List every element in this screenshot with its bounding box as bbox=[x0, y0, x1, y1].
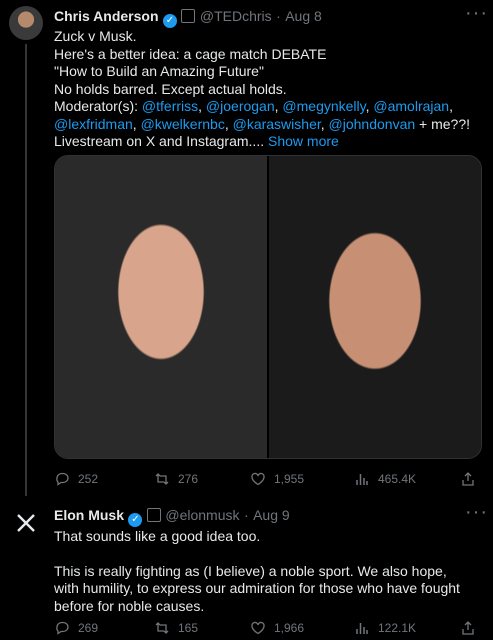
tweet1-header: Chris Anderson ✓ @TEDchris · Aug 8 bbox=[54, 8, 454, 28]
reply-count: 269 bbox=[78, 621, 99, 635]
views-count: 465.4K bbox=[378, 472, 417, 486]
tweet-date[interactable]: Aug 8 bbox=[285, 8, 322, 24]
like-button[interactable]: 1,966 bbox=[250, 620, 354, 636]
tweet1-actions: 252 276 1,955 465.4K bbox=[54, 471, 481, 487]
views-button[interactable]: 465.4K bbox=[354, 471, 460, 487]
livestream-line: Livestream on X and Instagram.... Show m… bbox=[54, 133, 484, 151]
tweet-line: No holds barred. Except actual holds. bbox=[54, 80, 287, 97]
author-handle[interactable]: @TEDchris bbox=[200, 8, 272, 24]
tweet2-body: That sounds like a good idea too. This i… bbox=[54, 528, 474, 615]
tweet-paragraph: That sounds like a good idea too. bbox=[54, 528, 261, 544]
share-icon bbox=[462, 621, 474, 635]
chris-anderson-avatar[interactable] bbox=[9, 6, 43, 40]
show-more-link[interactable]: Show more bbox=[268, 133, 339, 149]
affiliation-logo-icon bbox=[146, 508, 161, 522]
tweet-line: "How to Build an Amazing Future" bbox=[54, 63, 264, 79]
mention-link[interactable]: @joerogan bbox=[206, 98, 275, 114]
elon-musk-avatar[interactable] bbox=[9, 506, 43, 540]
like-icon bbox=[251, 472, 265, 486]
reply-count: 252 bbox=[78, 472, 99, 486]
mention-link[interactable]: @megynkelly bbox=[282, 98, 365, 114]
tweet1-body: Zuck v Musk. Here's a better idea: a cag… bbox=[54, 28, 484, 151]
repost-button[interactable]: 165 bbox=[154, 620, 250, 636]
views-icon bbox=[356, 474, 368, 485]
moderators-suffix: + me??! bbox=[415, 115, 471, 132]
x-logo-icon bbox=[17, 514, 35, 532]
repost-button[interactable]: 276 bbox=[154, 471, 250, 487]
mention-link[interactable]: @lexfridman bbox=[54, 116, 133, 132]
repost-icon bbox=[155, 622, 169, 634]
repost-count: 165 bbox=[178, 621, 199, 635]
reply-button[interactable]: 252 bbox=[54, 471, 154, 487]
mention-link[interactable]: @kwelkernbc bbox=[141, 116, 225, 132]
thread-connector-line bbox=[25, 44, 27, 496]
share-button[interactable] bbox=[460, 620, 476, 636]
mention-link[interactable]: @amolrajan bbox=[373, 98, 449, 114]
like-count: 1,966 bbox=[274, 621, 305, 635]
reply-button[interactable]: 269 bbox=[54, 620, 154, 636]
tweet-line: Here's a better idea: a cage match DEBAT… bbox=[54, 45, 327, 62]
verified-badge-icon: ✓ bbox=[162, 14, 177, 28]
more-icon[interactable]: ··· bbox=[465, 2, 488, 25]
reply-icon bbox=[56, 621, 69, 635]
mention-link[interactable]: @johndonvan bbox=[329, 116, 416, 132]
tweet-media[interactable] bbox=[54, 155, 482, 459]
zuckerberg-photo[interactable] bbox=[55, 156, 267, 458]
author-name[interactable]: Chris Anderson bbox=[54, 8, 159, 24]
dot-separator: · bbox=[276, 8, 281, 24]
more-icon[interactable]: ··· bbox=[465, 501, 488, 524]
mention-link[interactable]: @karaswisher bbox=[233, 116, 321, 132]
affiliation-logo-icon bbox=[181, 9, 196, 23]
author-handle[interactable]: @elonmusk bbox=[165, 507, 239, 523]
tweet2-actions: 269 165 1,966 122.1K bbox=[54, 620, 481, 636]
repost-icon bbox=[155, 473, 169, 485]
tweet2-header: Elon Musk ✓ @elonmusk · Aug 9 bbox=[54, 507, 454, 527]
tweet-line: Livestream on X and Instagram.... bbox=[54, 133, 265, 149]
mention-link[interactable]: @tferriss bbox=[142, 98, 198, 114]
tweet-paragraph: This is really fighting as (I believe) a… bbox=[54, 562, 460, 614]
moderators-line-1: Moderator(s): @tferriss, @joerogan, @meg… bbox=[54, 98, 453, 114]
like-icon bbox=[251, 621, 265, 635]
dot-separator: · bbox=[243, 507, 249, 523]
reply-icon bbox=[56, 472, 69, 486]
views-count: 122.1K bbox=[378, 621, 417, 635]
moderators-label: Moderator(s): bbox=[54, 98, 139, 114]
views-button[interactable]: 122.1K bbox=[354, 620, 460, 636]
views-icon bbox=[356, 623, 368, 634]
author-name[interactable]: Elon Musk bbox=[54, 507, 124, 523]
moderators-line-2: @lexfridman, @kwelkernbc, @karaswisher, … bbox=[54, 115, 471, 132]
tweet-date[interactable]: Aug 9 bbox=[253, 507, 290, 523]
like-button[interactable]: 1,955 bbox=[250, 471, 354, 487]
like-count: 1,955 bbox=[274, 472, 305, 486]
tweet-line: Zuck v Musk. bbox=[54, 28, 137, 44]
verified-badge-icon: ✓ bbox=[128, 513, 143, 527]
musk-photo[interactable] bbox=[269, 156, 481, 458]
share-button[interactable] bbox=[460, 471, 476, 487]
share-icon bbox=[462, 472, 474, 486]
repost-count: 276 bbox=[178, 472, 199, 486]
